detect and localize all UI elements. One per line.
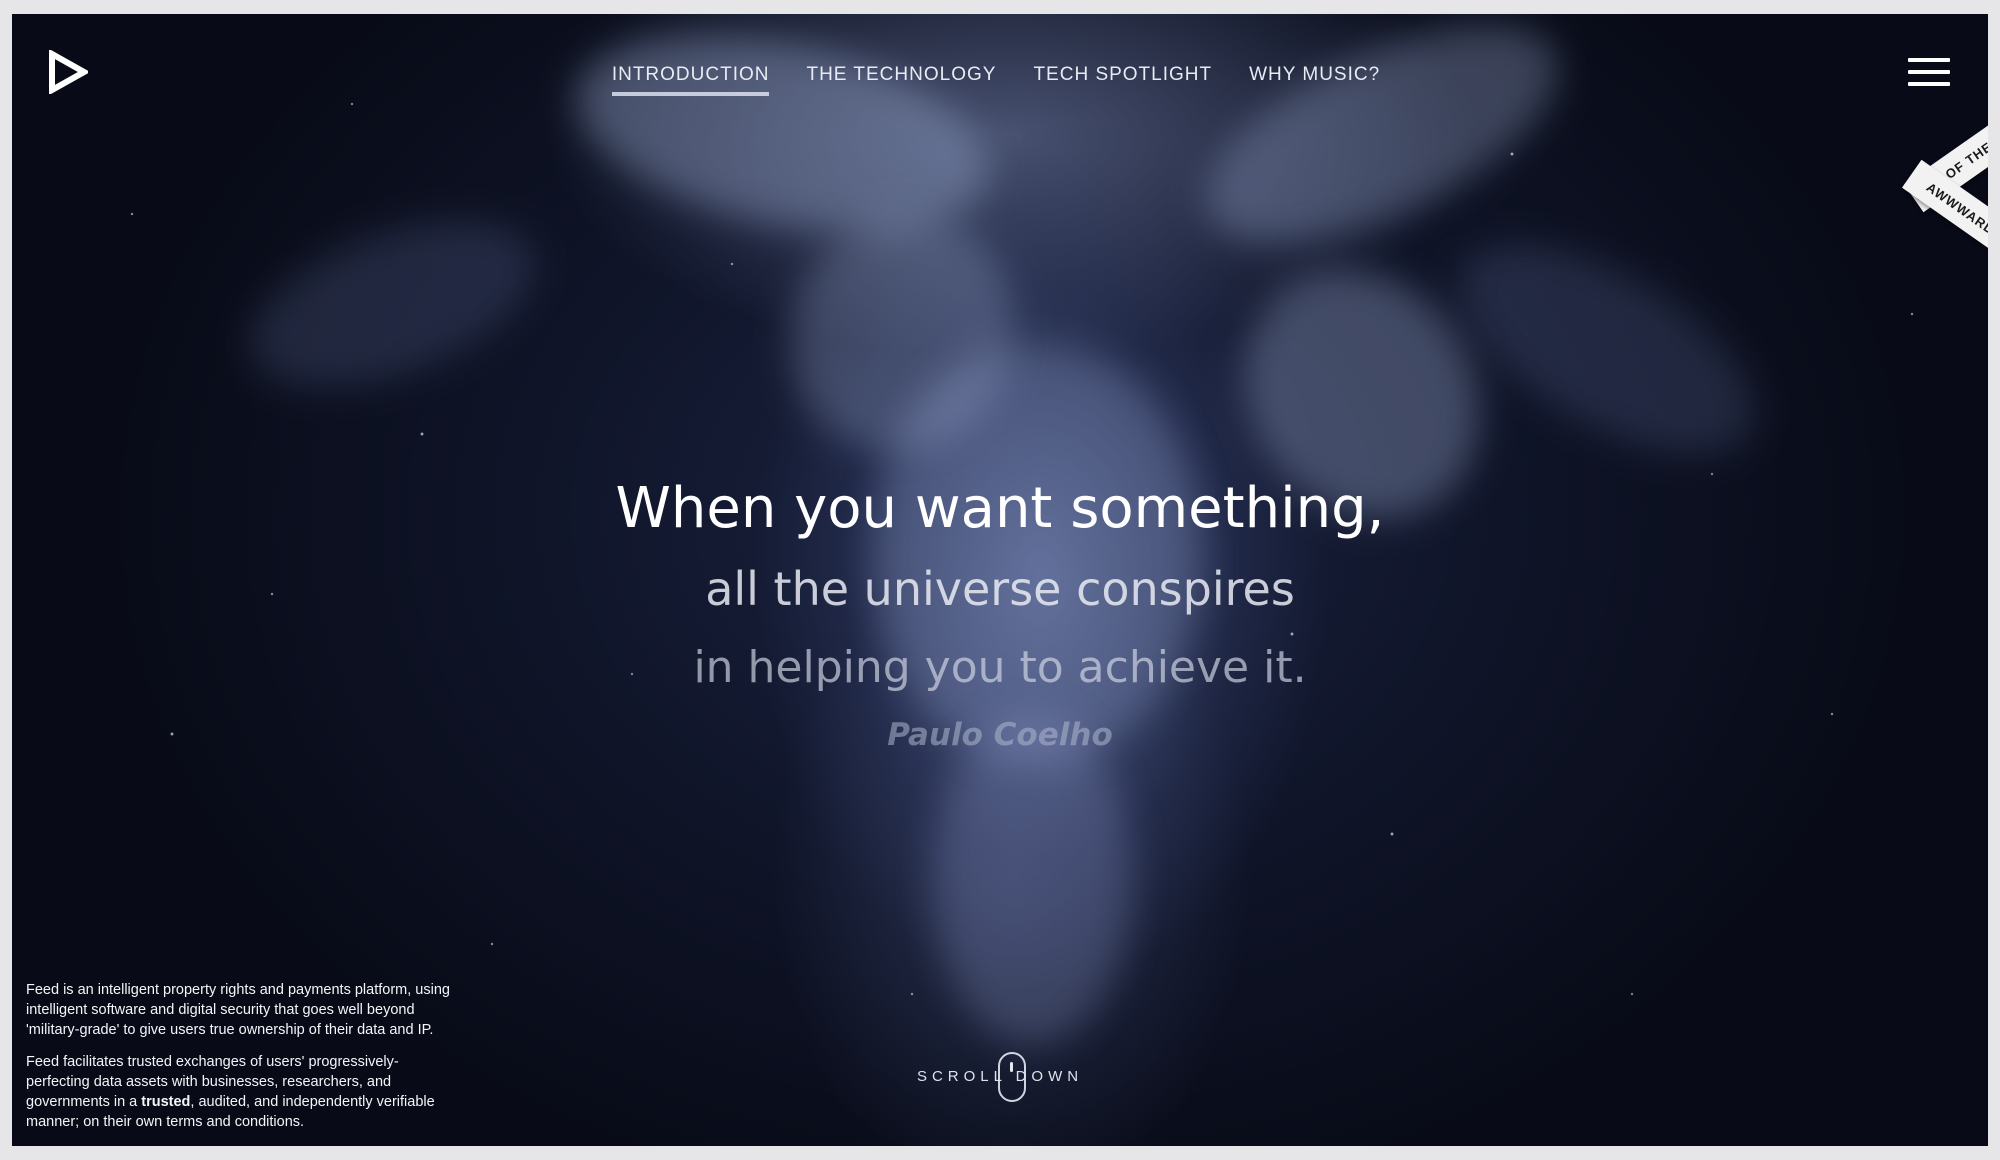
quote-line-3: in helping you to achieve it. <box>693 642 1307 693</box>
awwwards-badge[interactable]: SITE OF THE DAY AWWWARDS <box>1892 114 1988 274</box>
trusted-emphasis: trusted <box>141 1094 191 1110</box>
about-paragraph-2: Feed facilitates trusted exchanges of us… <box>26 1054 435 1130</box>
scroll-down[interactable]: SCROLL DOWN <box>12 1052 1988 1102</box>
quote-line-2: all the universe conspires <box>705 562 1295 616</box>
smoke-wisp <box>1426 201 1788 497</box>
nav-item-introduction[interactable]: INTRODUCTION <box>611 64 770 96</box>
nav-item-the-technology[interactable]: THE TECHNOLOGY <box>806 64 996 96</box>
smoke-wisp <box>227 186 557 422</box>
scroll-down-label[interactable]: SCROLL DOWN <box>917 1068 1083 1085</box>
hero-section: INTRODUCTION THE TECHNOLOGY TECH SPOTLIG… <box>12 14 1988 1146</box>
quote-author: Paulo Coelho <box>887 717 1113 753</box>
nav-item-tech-spotlight[interactable]: TECH SPOTLIGHT <box>1033 64 1212 96</box>
quote-line-1: When you want something, <box>615 476 1385 541</box>
nav-item-why-music[interactable]: WHY MUSIC? <box>1249 64 1380 96</box>
smoke-wisp <box>751 178 1053 490</box>
main-nav: INTRODUCTION THE TECHNOLOGY TECH SPOTLIG… <box>12 64 1988 96</box>
hamburger-menu-icon[interactable] <box>1908 58 1950 90</box>
hero-quote: When you want something, all the univers… <box>12 469 1988 753</box>
smoke-wisp <box>557 14 1007 266</box>
smoke-wisp <box>1175 14 1589 287</box>
about-text: Feed is an intelligent property rights a… <box>26 980 456 1144</box>
about-paragraph-1: Feed is an intelligent property rights a… <box>26 982 450 1038</box>
smoke-wisp <box>932 714 1132 1044</box>
